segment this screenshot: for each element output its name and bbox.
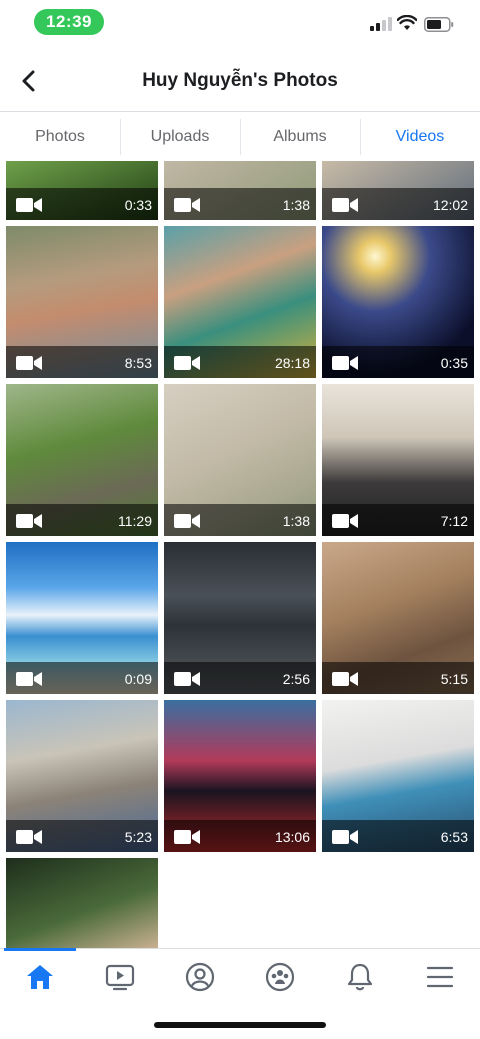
page-title: Huy Nguyễn's Photos <box>142 70 338 91</box>
video-camera-icon <box>174 198 200 212</box>
watch-icon <box>105 964 135 991</box>
video-thumbnail[interactable]: 7:12 <box>322 384 474 536</box>
tab-uploads[interactable]: Uploads <box>120 113 240 161</box>
video-duration: 0:35 <box>440 355 468 371</box>
groups-icon <box>265 962 295 992</box>
video-duration: 1:38 <box>282 197 310 213</box>
tab-photos[interactable]: Photos <box>0 113 120 161</box>
video-camera-icon <box>174 830 200 844</box>
video-duration: 1:38 <box>282 513 310 529</box>
video-camera-icon <box>174 672 200 686</box>
video-camera-icon <box>332 672 358 686</box>
video-camera-icon <box>332 356 358 370</box>
video-duration: 5:23 <box>124 829 152 845</box>
bottom-navigation <box>0 948 480 1004</box>
notifications-icon <box>347 963 373 991</box>
page-header: Huy Nguyễn's Photos <box>0 52 480 112</box>
video-duration: 5:15 <box>440 671 468 687</box>
video-thumbnail[interactable]: 8:53 <box>6 226 158 378</box>
video-thumbnail[interactable]: 5:23 <box>6 700 158 852</box>
cellular-signal-icon <box>370 17 392 31</box>
nav-home[interactable] <box>20 957 60 997</box>
video-thumbnail[interactable]: 1:38 <box>164 384 316 536</box>
video-thumbnail[interactable]: 1:38 <box>164 161 316 220</box>
battery-icon <box>424 17 454 32</box>
video-grid: 0:33 1:38 12:02 8:53 28:18 0:35 11:29 1:… <box>0 161 480 948</box>
tab-albums[interactable]: Albums <box>240 113 360 161</box>
video-camera-icon <box>332 198 358 212</box>
profile-icon <box>185 962 215 992</box>
wifi-icon <box>397 15 417 30</box>
video-camera-icon <box>332 830 358 844</box>
status-bar: 12:39 <box>0 0 480 46</box>
tab-videos[interactable]: Videos <box>360 113 480 161</box>
video-duration: 13:06 <box>274 829 310 845</box>
video-duration: 28:18 <box>274 355 310 371</box>
video-duration: 0:09 <box>124 671 152 687</box>
video-camera-icon <box>16 514 42 528</box>
video-thumbnail[interactable]: 13:06 <box>164 700 316 852</box>
video-duration: 8:53 <box>124 355 152 371</box>
video-thumbnail[interactable]: 0:33 <box>6 161 158 220</box>
video-camera-icon <box>16 356 42 370</box>
video-thumbnail[interactable]: 28:18 <box>164 226 316 378</box>
video-camera-icon <box>16 198 42 212</box>
video-camera-icon <box>16 672 42 686</box>
video-thumbnail[interactable]: 2:56 <box>164 542 316 694</box>
video-duration: 0:33 <box>124 197 152 213</box>
video-thumbnail[interactable]: 6:53 <box>322 700 474 852</box>
home-indicator <box>154 1022 326 1028</box>
photo-tabs: Photos Uploads Albums Videos <box>0 113 480 161</box>
video-duration: 12:02 <box>432 197 468 213</box>
nav-menu[interactable] <box>420 957 460 997</box>
video-duration: 7:12 <box>440 513 468 529</box>
home-icon <box>27 965 53 989</box>
status-time: 12:39 <box>34 9 104 35</box>
nav-notifications[interactable] <box>340 957 380 997</box>
video-camera-icon <box>332 514 358 528</box>
video-thumbnail[interactable]: 5:15 <box>322 542 474 694</box>
video-camera-icon <box>174 514 200 528</box>
nav-groups[interactable] <box>260 957 300 997</box>
video-duration: 11:29 <box>118 513 152 529</box>
video-camera-icon <box>174 356 200 370</box>
video-duration: 6:53 <box>440 829 468 845</box>
video-thumbnail[interactable] <box>6 858 158 948</box>
video-thumbnail[interactable]: 0:35 <box>322 226 474 378</box>
video-thumbnail[interactable]: 11:29 <box>6 384 158 536</box>
nav-watch[interactable] <box>100 957 140 997</box>
video-thumbnail[interactable]: 0:09 <box>6 542 158 694</box>
video-camera-icon <box>16 830 42 844</box>
nav-profile[interactable] <box>180 957 220 997</box>
video-thumbnail[interactable]: 12:02 <box>322 161 474 220</box>
menu-icon <box>426 966 454 988</box>
video-duration: 2:56 <box>282 671 310 687</box>
active-tab-indicator <box>4 948 76 951</box>
